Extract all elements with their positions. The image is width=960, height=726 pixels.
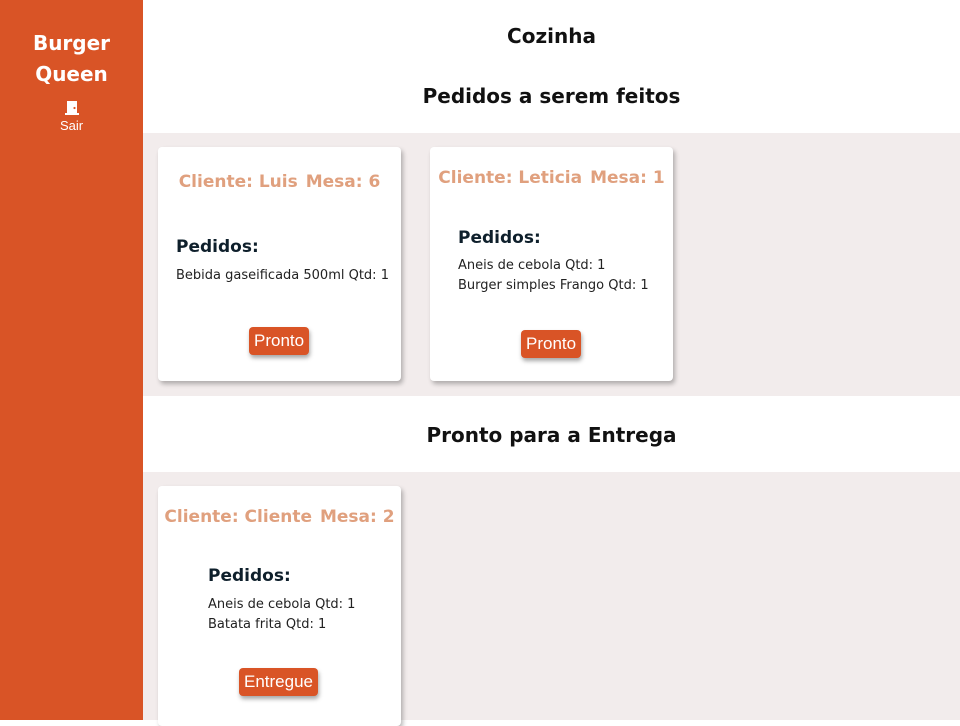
order-item: Bebida gaseificada 500ml Qtd: 1 bbox=[176, 268, 389, 283]
client-name: Cliente: Leticia bbox=[438, 168, 583, 188]
page-title: Cozinha bbox=[507, 24, 596, 48]
ready-button[interactable]: Pronto bbox=[249, 327, 310, 355]
section-title-pending: Pedidos a serem feitos bbox=[422, 84, 681, 108]
order-item: Batata frita Qtd: 1 bbox=[208, 617, 327, 632]
pending-orders-area: Cliente: Luis Mesa: 6 Pedidos: Bebida gas… bbox=[143, 133, 960, 396]
card-header: Cliente: Leticia Mesa: 1 bbox=[430, 168, 673, 188]
ready-button[interactable]: Pronto bbox=[521, 330, 582, 358]
ready-orders-area: Cliente: Cliente Mesa: 2 Pedidos: Aneis d… bbox=[143, 472, 960, 726]
door-exit-icon bbox=[63, 100, 81, 116]
order-card: Cliente: Leticia Mesa: 1 Pedidos: Aneis d… bbox=[430, 147, 673, 381]
order-item: Aneis de cebola Qtd: 1 bbox=[458, 258, 606, 273]
client-name: Cliente: Luis bbox=[178, 172, 298, 192]
orders-title: Pedidos: bbox=[208, 566, 291, 586]
table-number: Mesa: 6 bbox=[305, 172, 381, 192]
client-name: Cliente: Cliente bbox=[164, 507, 312, 527]
sidebar: Burger Queen Sair bbox=[0, 0, 143, 720]
order-card: Cliente: Cliente Mesa: 2 Pedidos: Aneis d… bbox=[158, 486, 401, 726]
table-number: Mesa: 1 bbox=[590, 168, 665, 188]
table-number: Mesa: 2 bbox=[319, 507, 395, 527]
card-header: Cliente: Luis Mesa: 6 bbox=[158, 172, 401, 192]
order-item: Aneis de cebola Qtd: 1 bbox=[208, 597, 356, 612]
order-items: Aneis de cebola Qtd: 1 Batata frita Qtd:… bbox=[208, 595, 355, 635]
order-items: Aneis de cebola Qtd: 1 Burger simples Fr… bbox=[458, 256, 649, 296]
order-card: Cliente: Luis Mesa: 6 Pedidos: Bebida gas… bbox=[158, 147, 401, 381]
logout-button[interactable]: Sair bbox=[60, 100, 83, 133]
main-content: Cozinha Pedidos a serem feitos Cliente: … bbox=[143, 0, 960, 726]
order-items: Bebida gaseificada 500ml Qtd: 1 bbox=[176, 266, 389, 286]
order-item: Burger simples Frango Qtd: 1 bbox=[458, 278, 649, 293]
brand-logo-text: Burger Queen bbox=[32, 31, 111, 86]
section-title-ready: Pronto para a Entrega bbox=[426, 423, 677, 447]
logout-label: Sair bbox=[59, 118, 84, 133]
orders-title: Pedidos: bbox=[176, 237, 259, 257]
card-header: Cliente: Cliente Mesa: 2 bbox=[158, 507, 401, 527]
orders-title: Pedidos: bbox=[458, 228, 541, 248]
delivered-button[interactable]: Entregue bbox=[239, 668, 318, 696]
